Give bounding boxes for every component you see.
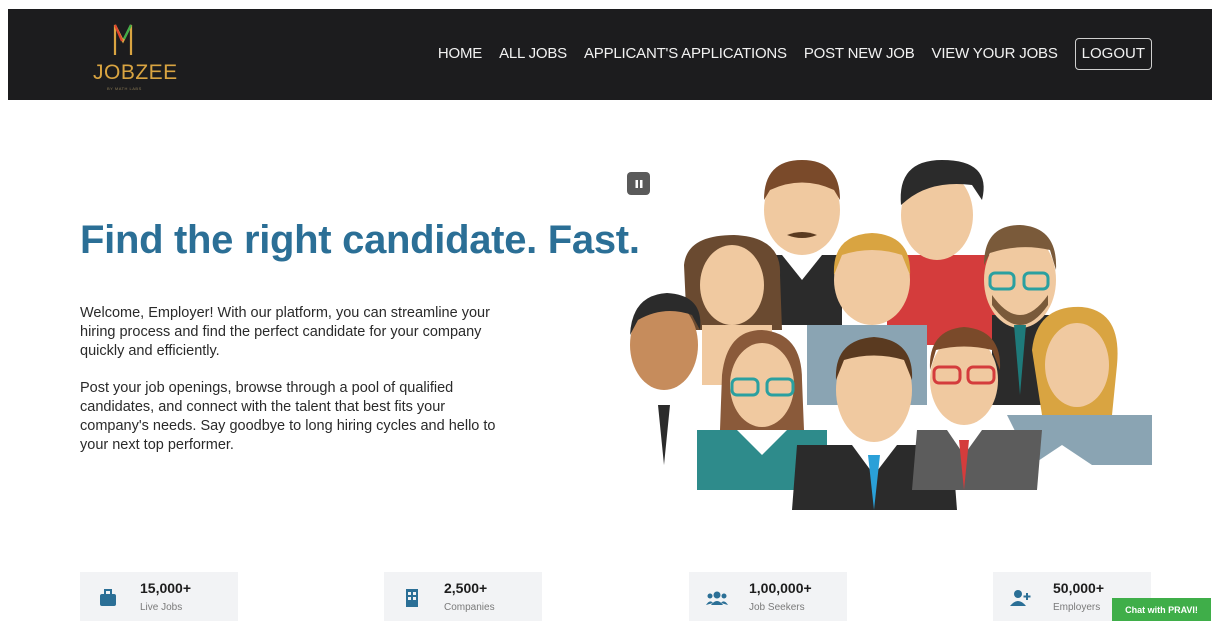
stat-label: Companies: [444, 602, 495, 613]
stat-companies: 2,500+ Companies: [384, 572, 542, 621]
brand-name: JOBZEE: [93, 61, 178, 84]
brand-logo[interactable]: JOBZEE BY MATH LABS: [93, 21, 177, 91]
logo-mark-icon: [113, 24, 133, 55]
hero-title: Find the right candidate. Fast.: [80, 218, 640, 262]
nav-applicants-applications[interactable]: APPLICANT'S APPLICATIONS: [584, 38, 787, 70]
nav-post-new-job[interactable]: POST NEW JOB: [804, 38, 915, 70]
stat-job-seekers: 1,00,000+ Job Seekers: [689, 572, 847, 621]
candidates-group-illustration: [612, 160, 1152, 510]
stat-value: 2,500+: [444, 580, 488, 596]
stat-live-jobs: 15,000+ Live Jobs: [80, 572, 238, 621]
briefcase-icon: [96, 586, 120, 610]
brand-tagline: BY MATH LABS: [107, 86, 142, 91]
building-icon: [400, 586, 424, 610]
stat-label: Live Jobs: [140, 602, 183, 613]
chat-button[interactable]: Chat with PRAVI!: [1112, 598, 1211, 621]
page: JOBZEE BY MATH LABS HOME ALL JOBS APPLIC…: [0, 0, 1217, 621]
users-icon: [705, 586, 729, 610]
user-plus-icon: [1009, 586, 1033, 610]
stat-value: 15,000+: [140, 580, 191, 596]
nav-home[interactable]: HOME: [438, 38, 482, 70]
stat-value: 1,00,000+: [749, 580, 812, 596]
stat-label: Job Seekers: [749, 602, 805, 613]
hero-paragraph-welcome: Welcome, Employer! With our platform, yo…: [80, 305, 490, 359]
nav-all-jobs[interactable]: ALL JOBS: [499, 38, 567, 70]
stat-value: 50,000+: [1053, 580, 1104, 596]
nav-view-your-jobs[interactable]: VIEW YOUR JOBS: [932, 38, 1058, 70]
stat-label: Employers: [1053, 602, 1101, 613]
hero-paragraph-post: Post your job openings, browse through a…: [80, 380, 496, 453]
navbar: JOBZEE BY MATH LABS HOME ALL JOBS APPLIC…: [8, 9, 1212, 100]
nav-menu: HOME ALL JOBS APPLICANT'S APPLICATIONS P…: [421, 38, 1152, 70]
logout-button[interactable]: LOGOUT: [1074, 38, 1152, 70]
